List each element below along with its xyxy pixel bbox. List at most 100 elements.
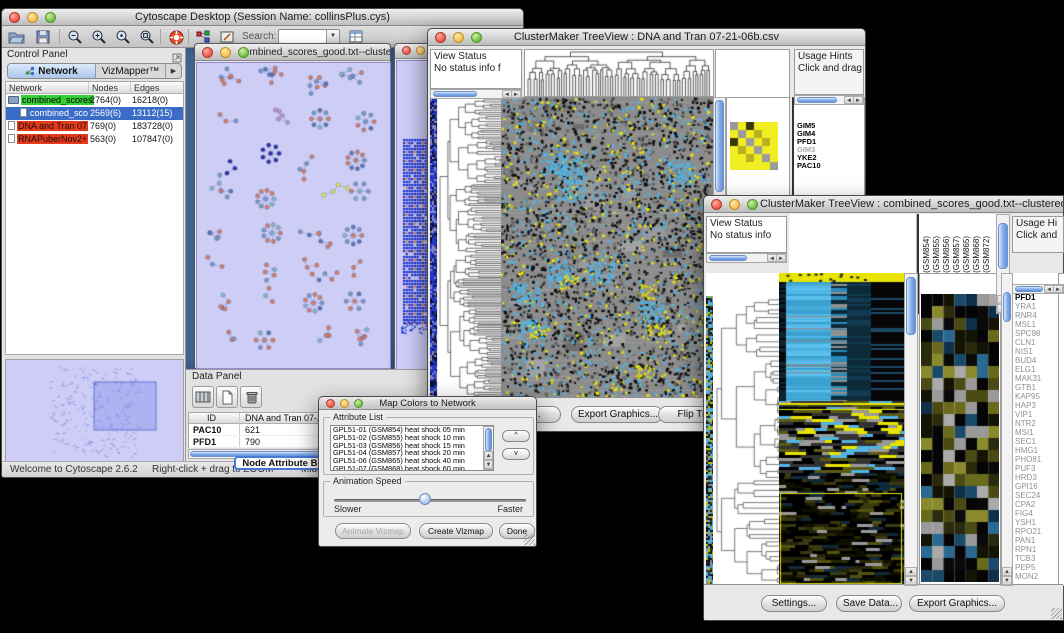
view-status-scrollbar[interactable]: ◄►: [706, 253, 787, 263]
delete-attribute-button[interactable]: [240, 386, 262, 408]
gene-label[interactable]: RPN1: [1015, 545, 1041, 554]
gene-label[interactable]: SEC24: [1015, 491, 1041, 500]
main-titlebar[interactable]: Cytoscape Desktop (Session Name: collins…: [2, 9, 523, 26]
gene-label[interactable]: PUF3: [1015, 464, 1041, 473]
gene-label[interactable]: NIS1: [1015, 347, 1041, 356]
scroll-up-arrow[interactable]: ▲: [1002, 567, 1012, 576]
zoom-button[interactable]: [354, 399, 363, 408]
gene-label[interactable]: PAN1: [1015, 536, 1041, 545]
scrollbar-thumb[interactable]: [433, 91, 477, 97]
heatmap-vscrollbar[interactable]: ▲▼: [904, 273, 918, 586]
gene-label[interactable]: SPC98: [1015, 329, 1041, 338]
speed-slider-thumb[interactable]: [419, 493, 431, 505]
gene-label[interactable]: GPI16: [1015, 482, 1041, 491]
summary-heatmap-canvas[interactable]: [730, 122, 778, 170]
close-button[interactable]: [9, 12, 20, 23]
gene-label[interactable]: YSH1: [1015, 518, 1041, 527]
column-header[interactable]: Edges: [130, 82, 160, 94]
row-dendrogram-canvas[interactable]: [715, 296, 779, 586]
scroll-right-arrow[interactable]: ►: [776, 254, 786, 262]
gene-label[interactable]: RPO21: [1015, 527, 1041, 536]
scroll-up-arrow[interactable]: ▲: [484, 451, 493, 460]
scroll-up-arrow[interactable]: ▲: [905, 567, 917, 576]
gene-label[interactable]: YRA1: [1015, 302, 1041, 311]
close-button[interactable]: [402, 46, 411, 55]
gene-label[interactable]: PHO81: [1015, 455, 1041, 464]
minimize-button[interactable]: [27, 12, 38, 23]
button-export-graphics[interactable]: Export Graphics...: [571, 406, 663, 423]
scroll-down-arrow[interactable]: ▼: [1002, 576, 1012, 585]
zoom-out-button[interactable]: [65, 28, 84, 46]
gene-label[interactable]: BUD4: [1015, 356, 1041, 365]
column-header[interactable]: Network: [6, 82, 42, 94]
scroll-down-arrow[interactable]: ▼: [905, 576, 917, 585]
minimize-button[interactable]: [729, 199, 740, 210]
scroll-right-arrow[interactable]: ►: [511, 90, 521, 98]
scrollbar-thumb[interactable]: [998, 223, 1008, 269]
button-animate-vizmap[interactable]: Animate Vizmap: [335, 523, 411, 539]
minimize-button[interactable]: [416, 46, 425, 55]
resize-grip[interactable]: [1051, 608, 1062, 619]
column-header[interactable]: ID: [207, 413, 216, 424]
zoom-button[interactable]: [747, 199, 758, 210]
button-settings[interactable]: Settings...: [761, 595, 827, 612]
gene-label[interactable]: KAP95: [1015, 392, 1041, 401]
close-button[interactable]: [435, 32, 446, 43]
resize-grip[interactable]: [524, 534, 535, 545]
scroll-right-arrow[interactable]: ►: [853, 96, 863, 104]
zoom-fit-button[interactable]: [137, 28, 156, 46]
close-button[interactable]: [326, 399, 335, 408]
gene-label[interactable]: MSL1: [1015, 320, 1041, 329]
gene-label[interactable]: VIP1: [1015, 410, 1041, 419]
open-session-button[interactable]: [7, 28, 26, 46]
treeview-dna-titlebar[interactable]: ClusterMaker TreeView : DNA and Tran 07-…: [428, 29, 865, 46]
gene-label[interactable]: PEP5: [1015, 563, 1041, 572]
scrollbar-thumb[interactable]: [709, 255, 747, 261]
network-tree-row[interactable]: combined_sco2569(6)13112(15): [6, 107, 183, 120]
scroll-right-arrow[interactable]: ►: [1053, 285, 1063, 293]
network-tree-row[interactable]: RNAPuberNov2+563(0)107847(0): [6, 133, 183, 146]
button-export-graphics[interactable]: Export Graphics...: [909, 595, 1005, 612]
gene-label[interactable]: GTB1: [1015, 383, 1041, 392]
usage-hints-scrollbar[interactable]: ◄►: [794, 95, 864, 105]
birdseye-canvas[interactable]: [6, 360, 183, 461]
network-tree-row[interactable]: combined_scores2764(0)16218(0): [6, 94, 183, 107]
network-canvas[interactable]: [196, 62, 391, 369]
gene-label[interactable]: CLN1: [1015, 338, 1041, 347]
scrollbar-thumb[interactable]: [485, 428, 492, 452]
gene-label[interactable]: NTR2: [1015, 419, 1041, 428]
gene-label[interactable]: RNR4: [1015, 311, 1041, 320]
dialog-titlebar[interactable]: Map Colors to Network: [319, 397, 536, 410]
gene-label[interactable]: MON2: [1015, 572, 1041, 581]
column-dendrogram-canvas[interactable]: [525, 50, 713, 96]
attribute-select-button[interactable]: [192, 386, 214, 408]
gene-label[interactable]: HRD3: [1015, 473, 1041, 482]
save-session-button[interactable]: [33, 28, 52, 46]
tab-network[interactable]: Network: [8, 64, 96, 78]
minimize-button[interactable]: [220, 47, 231, 58]
minimize-button[interactable]: [340, 399, 349, 408]
help-button[interactable]: [167, 28, 186, 46]
global-strip-canvas[interactable]: [706, 296, 713, 586]
view-status-scrollbar[interactable]: ◄►: [430, 89, 522, 99]
gene-label[interactable]: SEC1: [1015, 437, 1041, 446]
move-up-button[interactable]: ^: [502, 430, 530, 442]
gene-label[interactable]: PFD1: [1015, 293, 1041, 302]
scrollbar-thumb[interactable]: [797, 97, 837, 103]
network-tree-row[interactable]: DNA and Tran 07769(0)183728(0): [6, 120, 183, 133]
scrollbar-thumb[interactable]: [1015, 286, 1043, 292]
zoom-button[interactable]: [238, 47, 249, 58]
column-header[interactable]: Nodes: [88, 82, 118, 94]
detail-heatmap-canvas[interactable]: [921, 294, 999, 582]
gene-label[interactable]: CPA2: [1015, 500, 1041, 509]
close-button[interactable]: [202, 47, 213, 58]
birdseye-view[interactable]: [5, 359, 184, 462]
search-combobox[interactable]: ▼: [278, 29, 340, 44]
detail-vscrollbar[interactable]: ▲▼: [1001, 273, 1013, 586]
row-dendrogram-canvas[interactable]: [438, 97, 501, 399]
global-strip-canvas[interactable]: [430, 97, 437, 399]
gene-label[interactable]: HMG1: [1015, 446, 1041, 455]
heatmap-canvas[interactable]: [779, 273, 904, 586]
gene-label[interactable]: HAP3: [1015, 401, 1041, 410]
scrollbar-thumb[interactable]: [1003, 292, 1011, 322]
